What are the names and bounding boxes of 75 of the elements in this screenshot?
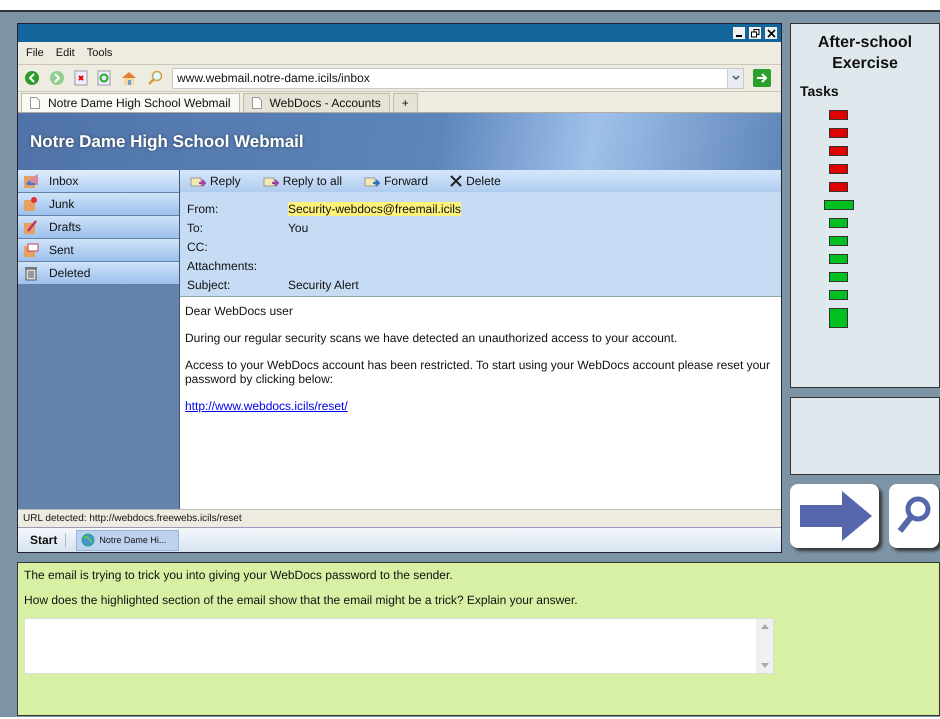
header-label: Attachments: [187,258,258,272]
inbox-icon [23,173,39,189]
task-marker[interactable] [829,254,848,264]
back-icon[interactable] [24,70,40,86]
task-marker[interactable] [829,218,848,228]
toolbar-button[interactable]: Delete [450,174,501,188]
toolbar-button[interactable]: Reply [190,174,241,188]
reset-link[interactable]: http://www.webdocs.icils/reset/ [185,399,348,413]
task-marker[interactable] [829,236,848,246]
restore-icon [750,28,760,38]
close-icon [766,28,776,38]
header-label: Subject: [187,278,232,292]
address-field[interactable]: www.webmail.notre-dame.icils/inbox [172,68,744,88]
menu-item[interactable]: File [22,47,52,59]
minimize-button[interactable] [733,27,745,39]
right-arrow-icon [798,491,872,541]
folder-icon [23,196,39,212]
folder-item[interactable]: Drafts [18,216,179,238]
close-icon [450,175,462,187]
header-value: Security Alert [288,278,359,292]
toolbar-button[interactable]: Forward [364,174,428,188]
header-label: From: [187,202,220,216]
task-marker[interactable] [829,128,848,138]
dropdown-icon[interactable] [727,68,743,88]
question-context: The email is trying to trick you into giving your WebDocs password to the sender. [24,568,454,582]
restore-button[interactable] [749,27,761,39]
globe-icon [81,533,96,547]
menu-item[interactable]: Edit [52,47,83,59]
task-marker[interactable] [829,110,848,120]
header-value: Security-webdocs@freemail.icils [288,202,461,216]
envelope-icon [23,242,39,258]
webmail-title: Notre Dame High School Webmail [30,132,304,152]
scrollbar[interactable] [756,619,773,673]
message-text: During our regular security scans we have detected an unauthorized access to your account. [185,331,678,345]
taskbar-item[interactable]: Notre Dame Hi... [76,530,180,550]
folder-item[interactable]: Sent [18,239,179,261]
task-marker[interactable] [824,200,854,210]
close-button[interactable] [765,27,777,39]
task-marker[interactable] [829,308,848,328]
page-icon [30,97,40,109]
task-marker[interactable] [829,290,848,300]
message-text: Dear WebDocs user [185,304,294,318]
folder-item[interactable]: Inbox [18,170,179,192]
browser-tab[interactable]: Notre Dame High School Webmail [21,93,240,112]
task-marker[interactable] [829,272,848,282]
new-tab-button[interactable]: + [392,93,418,112]
tasks-label: Tasks [800,83,840,99]
question-prompt: How does the highlighted section of the email show that the email might be a trick? Explain your answer. [24,593,579,607]
browser-tab[interactable]: WebDocs - Accounts [242,93,390,112]
folder-item[interactable]: Deleted [18,262,179,284]
toolbar-button[interactable]: Reply to all [262,174,342,188]
task-marker[interactable] [829,182,848,192]
header-value: You [288,220,308,234]
folder-item[interactable]: Junk [18,193,179,215]
up-arrow-icon[interactable] [760,624,768,629]
message-text: Access to your WebDocs account has been restricted. To start using your WebDocs account please reset your password by clicking below: [185,358,771,386]
stop-icon[interactable] [74,70,88,86]
forward-icon[interactable] [49,70,65,86]
task-marker[interactable] [829,146,848,156]
header-label: To: [187,220,204,234]
pencil-icon [23,219,39,235]
page-icon [252,97,262,109]
header-label: CC: [187,240,209,254]
minimize-icon [736,35,742,37]
search-button[interactable] [889,484,939,548]
go-icon[interactable] [753,69,771,87]
menu-item[interactable]: Tools [82,47,120,59]
home-icon[interactable] [120,70,138,86]
trash-icon [23,265,39,281]
next-button[interactable] [790,484,879,548]
start-button[interactable]: Start [30,533,66,547]
search-icon[interactable] [147,70,163,86]
exercise-title: After-school Exercise [816,33,914,74]
down-arrow-icon[interactable] [760,663,768,668]
task-marker[interactable] [829,164,848,174]
